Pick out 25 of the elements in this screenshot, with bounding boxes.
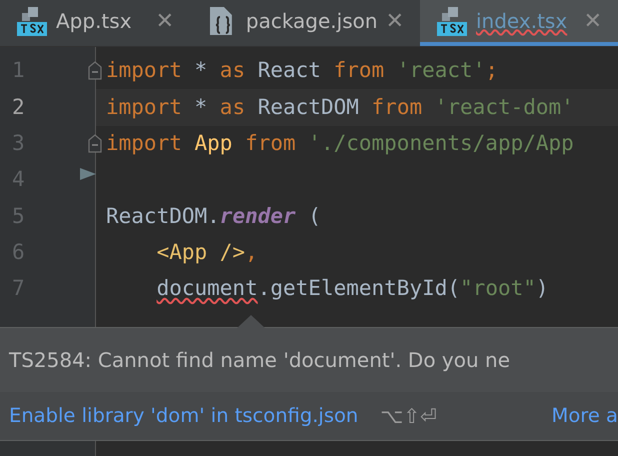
fold-icon[interactable] [88,134,102,154]
tsx-file-icon [436,5,468,37]
close-icon[interactable]: ✕ [584,4,602,38]
code-line: import * as ReactDOM from 'react-dom' [106,94,574,121]
editor-tab[interactable]: package.json ✕ [190,0,420,46]
more-actions-link[interactable]: More a [552,401,618,431]
tab-label: index.tsx [476,8,568,35]
tsx-file-icon [16,5,48,37]
close-icon[interactable]: ✕ [156,4,174,38]
editor-tab[interactable]: App.tsx ✕ [0,0,190,46]
quick-fix-link[interactable]: Enable library 'dom' in tsconfig.json [9,401,358,431]
fold-icon[interactable] [88,61,102,82]
code-line: document.getElementById("root") [156,275,549,302]
code-line: import App from './components/app/App [106,130,574,157]
line-number: 2 [12,94,25,121]
code-line: <App />, [156,238,258,266]
error-message: TS2584: Cannot find name 'document'. Do you ne [9,347,510,374]
shortcut-hint: ⌥⇧⏎ [380,403,437,430]
tab-label: App.tsx [56,8,132,35]
close-icon[interactable]: ✕ [386,4,404,38]
code-line: import * as React from 'react'; [106,57,498,84]
arrow-icon [80,168,96,180]
code-line: ReactDOM.render ( [106,202,321,230]
editor-tab[interactable]: index.tsx ✕ [420,0,618,46]
tab-label: package.json [246,8,378,35]
